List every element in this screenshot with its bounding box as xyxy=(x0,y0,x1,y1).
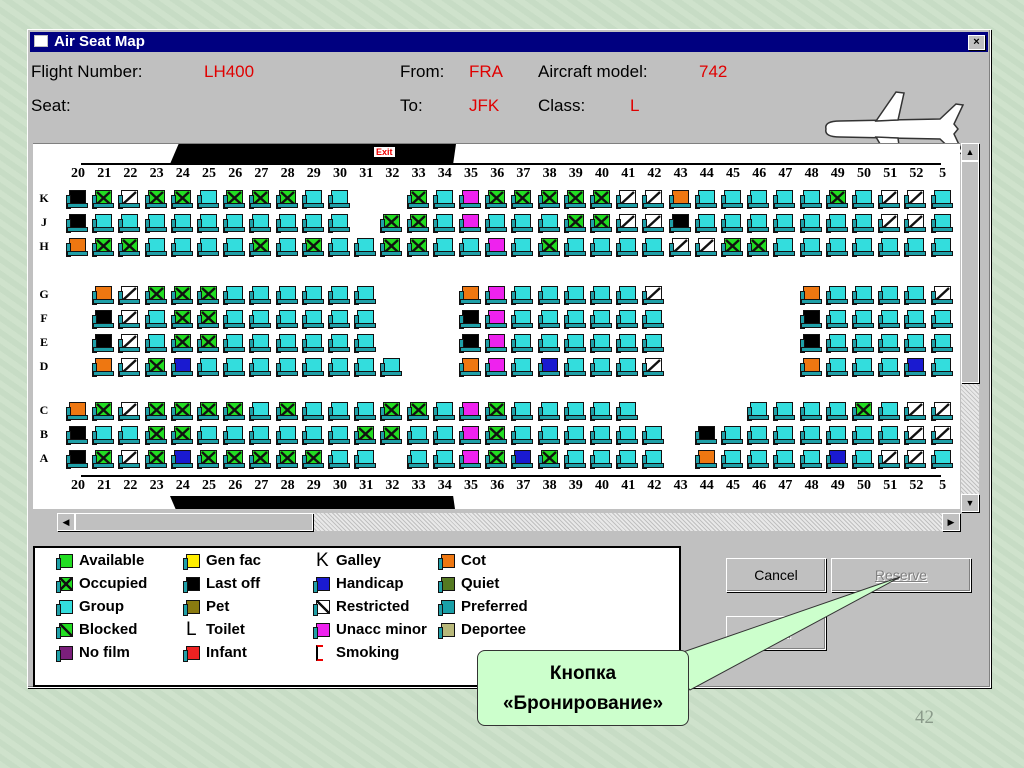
callout-line-1: Кнопка xyxy=(549,663,617,684)
reserve-callout: Кнопка «Бронирование» xyxy=(477,650,689,726)
callout-line-2: «Бронирование» xyxy=(502,693,664,714)
page-number: 42 xyxy=(915,707,934,728)
